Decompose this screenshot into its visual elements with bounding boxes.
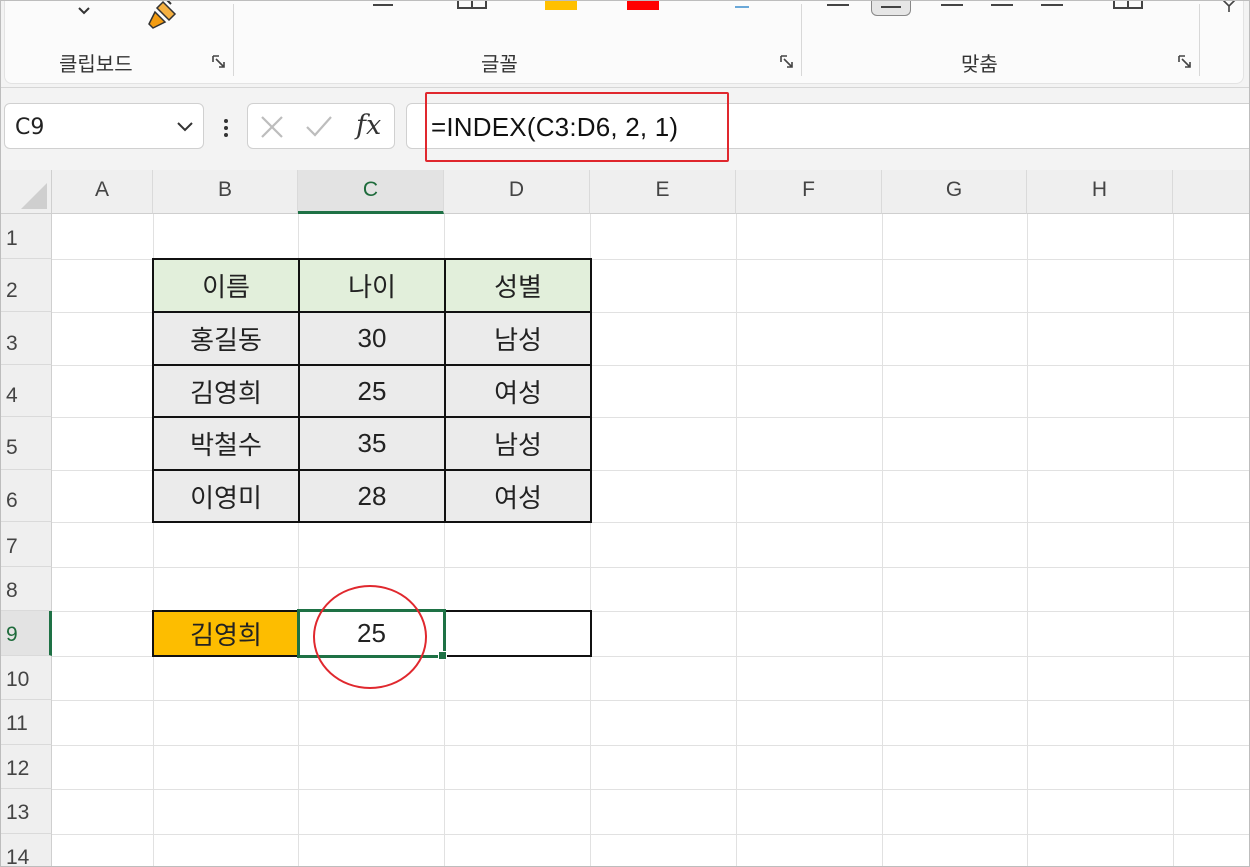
row-header-3[interactable]: 3 bbox=[0, 312, 52, 365]
table-cell[interactable]: 여성 bbox=[444, 469, 592, 523]
fill-handle[interactable] bbox=[438, 651, 447, 660]
table-header-name[interactable]: 이름 bbox=[152, 258, 300, 313]
select-all-button[interactable] bbox=[0, 170, 52, 214]
gridline bbox=[52, 700, 1250, 701]
ribbon-home-panel: 클립보드 글꼴 맞춤 bbox=[4, 0, 1244, 84]
table-cell[interactable]: 박철수 bbox=[152, 416, 300, 471]
format-painter-icon[interactable] bbox=[145, 0, 181, 30]
table-cell[interactable]: 이영미 bbox=[152, 469, 300, 523]
ribbon: 클립보드 글꼴 맞춤 bbox=[0, 0, 1250, 88]
fill-color-swatch-icon[interactable] bbox=[545, 0, 577, 10]
column-header-g[interactable]: G bbox=[882, 170, 1027, 214]
font-size-decrease-icon[interactable] bbox=[373, 4, 393, 6]
row-header-6[interactable]: 6 bbox=[0, 470, 52, 522]
row-header-11[interactable]: 11 bbox=[0, 700, 52, 745]
align-middle-icon[interactable] bbox=[871, 0, 911, 16]
more-options-icon[interactable] bbox=[222, 118, 230, 138]
row-header-2[interactable]: 2 bbox=[0, 259, 52, 312]
align-center-icon[interactable] bbox=[1041, 4, 1063, 6]
gridline bbox=[52, 745, 1250, 746]
align-bottom-icon[interactable] bbox=[941, 4, 963, 6]
cell-d9[interactable] bbox=[444, 610, 592, 657]
ribbon-separator bbox=[801, 4, 802, 76]
font-group-label: 글꼴 bbox=[481, 52, 518, 76]
table-cell[interactable]: 25 bbox=[298, 364, 446, 418]
clipboard-dialog-launcher-icon[interactable] bbox=[211, 54, 227, 70]
row-header-1[interactable]: 1 bbox=[0, 214, 52, 259]
column-header-h[interactable]: H bbox=[1027, 170, 1173, 214]
column-header-partial[interactable] bbox=[1173, 170, 1250, 214]
gridline bbox=[52, 567, 1250, 568]
column-header-c[interactable]: C bbox=[298, 170, 444, 214]
chevron-down-icon[interactable] bbox=[175, 117, 195, 135]
paste-dropdown-chevron-icon[interactable] bbox=[77, 6, 91, 16]
name-box-value: C9 bbox=[15, 115, 45, 140]
worksheet-grid[interactable]: A B C D E F G H 1 2 3 4 5 6 7 8 9 10 11 … bbox=[0, 170, 1250, 867]
alignment-dialog-launcher-icon[interactable] bbox=[1177, 54, 1193, 70]
table-cell[interactable]: 여성 bbox=[444, 364, 592, 418]
phonetic-guide-icon[interactable] bbox=[735, 0, 749, 8]
row-header-8[interactable]: 8 bbox=[0, 567, 52, 611]
row-header-5[interactable]: 5 bbox=[0, 417, 52, 470]
ribbon-separator bbox=[233, 4, 234, 76]
font-dialog-launcher-icon[interactable] bbox=[779, 54, 795, 70]
column-header-b[interactable]: B bbox=[153, 170, 298, 214]
column-header-d[interactable]: D bbox=[444, 170, 590, 214]
table-cell[interactable]: 남성 bbox=[444, 311, 592, 366]
row-header-14[interactable]: 14 bbox=[0, 834, 52, 867]
row-header-4[interactable]: 4 bbox=[0, 365, 52, 417]
borders-icon[interactable] bbox=[457, 0, 487, 10]
table-cell[interactable]: 28 bbox=[298, 469, 446, 523]
enter-check-icon[interactable] bbox=[304, 114, 334, 140]
insert-function-icon[interactable]: fx bbox=[356, 110, 381, 141]
merge-center-icon[interactable] bbox=[1113, 0, 1143, 10]
table-header-gender[interactable]: 성별 bbox=[444, 258, 592, 313]
clipboard-group-label: 클립보드 bbox=[59, 52, 133, 76]
row-header-12[interactable]: 12 bbox=[0, 745, 52, 789]
select-all-triangle-icon bbox=[21, 183, 47, 209]
row-header-9[interactable]: 9 bbox=[0, 611, 52, 656]
ribbon-separator bbox=[1199, 4, 1200, 76]
font-color-swatch-icon[interactable] bbox=[627, 0, 659, 10]
formula-highlight-annotation bbox=[425, 92, 729, 162]
table-cell[interactable]: 김영희 bbox=[152, 364, 300, 418]
table-cell[interactable]: 홍길동 bbox=[152, 311, 300, 366]
lookup-label-cell[interactable]: 김영희 bbox=[152, 610, 300, 657]
cancel-icon[interactable] bbox=[258, 114, 286, 140]
table-header-age[interactable]: 나이 bbox=[298, 258, 446, 313]
align-top-icon[interactable] bbox=[827, 4, 849, 6]
gridline bbox=[52, 834, 1250, 835]
name-box[interactable]: C9 bbox=[4, 103, 204, 149]
row-header-10[interactable]: 10 bbox=[0, 656, 52, 700]
table-cell[interactable]: 35 bbox=[298, 416, 446, 471]
table-cell[interactable]: 30 bbox=[298, 311, 446, 366]
formula-actions: fx bbox=[247, 103, 395, 149]
align-left-icon[interactable] bbox=[991, 4, 1013, 6]
alignment-group-label: 맞춤 bbox=[961, 52, 998, 76]
column-header-f[interactable]: F bbox=[736, 170, 882, 214]
number-format-icon[interactable] bbox=[1221, 0, 1241, 12]
table-cell[interactable]: 남성 bbox=[444, 416, 592, 471]
row-header-7[interactable]: 7 bbox=[0, 522, 52, 567]
gridline bbox=[52, 789, 1250, 790]
result-circle-annotation bbox=[313, 585, 427, 689]
row-header-13[interactable]: 13 bbox=[0, 789, 52, 834]
column-header-e[interactable]: E bbox=[590, 170, 736, 214]
column-header-a[interactable]: A bbox=[52, 170, 153, 214]
